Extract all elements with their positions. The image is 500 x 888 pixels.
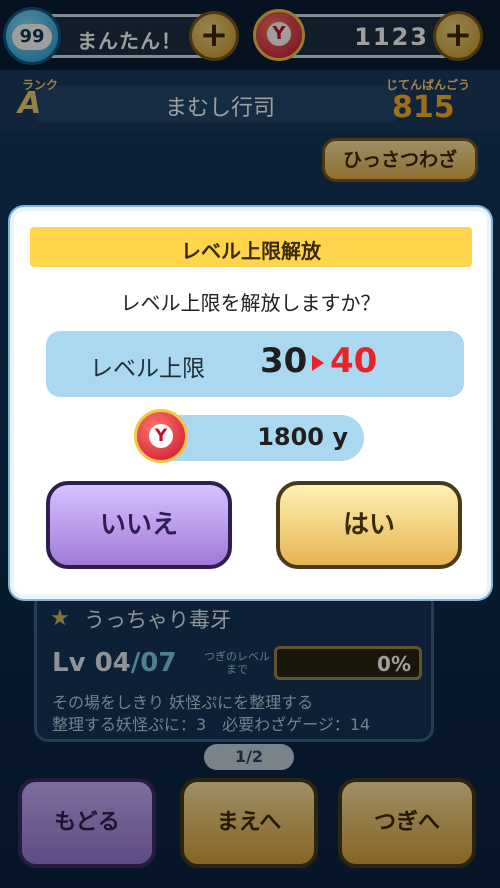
dialog-header: レベル上限解放	[30, 227, 472, 267]
level-cap-label: レベル上限	[90, 356, 205, 382]
cost-value: 1800 y	[257, 423, 348, 451]
game-screen: 99 まんたん！ + Y 1123 + ランク A まむし行司 じてんばんごう …	[0, 0, 500, 888]
yes-button[interactable]: はい	[276, 481, 462, 569]
dialog-question: レベル上限を解放しますか？	[120, 291, 381, 315]
level-cap-new: 40	[330, 341, 378, 381]
no-button[interactable]: いいえ	[46, 481, 232, 569]
arrow-right-icon	[312, 355, 324, 371]
level-cap-current: 30	[260, 341, 308, 381]
level-cap-box: レベル上限 30 40	[46, 331, 464, 397]
coin-glyph: Y	[149, 424, 173, 448]
coin-icon: Y	[134, 409, 188, 463]
dialog-title: レベル上限解放	[181, 239, 321, 263]
level-cap-dialog: レベル上限解放 レベル上限を解放しますか？ レベル上限 30 40 1800 y…	[10, 207, 491, 599]
